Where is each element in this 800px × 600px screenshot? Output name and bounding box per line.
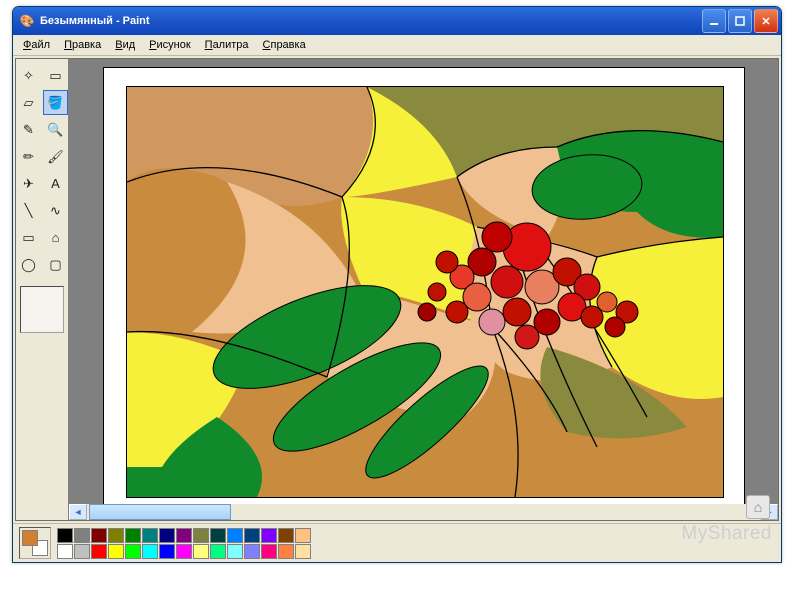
- menu-bar: ФайлПравкаВидРисунокПалитраСправка: [13, 35, 781, 56]
- color-swatch[interactable]: [193, 544, 209, 559]
- color-swatch[interactable]: [125, 528, 141, 543]
- color-swatch[interactable]: [244, 528, 260, 543]
- color-swatch[interactable]: [227, 528, 243, 543]
- artwork: [126, 86, 724, 498]
- color-swatch[interactable]: [57, 528, 73, 543]
- color-swatch[interactable]: [91, 528, 107, 543]
- color-swatch[interactable]: [295, 544, 311, 559]
- canvas-area: ◄ ►: [69, 59, 778, 520]
- menu-item-1[interactable]: Правка: [57, 37, 108, 53]
- tool-curve[interactable]: ∿: [43, 198, 68, 223]
- tool-polygon[interactable]: ⌂: [43, 225, 68, 250]
- color-swatch[interactable]: [108, 544, 124, 559]
- color-swatch[interactable]: [227, 544, 243, 559]
- color-swatch[interactable]: [295, 528, 311, 543]
- close-button[interactable]: ✕: [754, 9, 778, 33]
- color-swatch[interactable]: [142, 544, 158, 559]
- color-swatch[interactable]: [278, 528, 294, 543]
- color-swatch[interactable]: [91, 544, 107, 559]
- horizontal-scrollbar[interactable]: ◄ ►: [69, 504, 778, 520]
- tool-pencil[interactable]: ✏: [16, 144, 41, 169]
- maximize-button[interactable]: [728, 9, 752, 33]
- app-icon: 🎨: [19, 13, 35, 29]
- color-swatch[interactable]: [176, 528, 192, 543]
- color-swatch[interactable]: [159, 528, 175, 543]
- scroll-thumb[interactable]: [89, 504, 231, 520]
- tool-fill[interactable]: 🪣: [43, 90, 68, 115]
- tool-brush[interactable]: 🖌: [43, 144, 68, 169]
- color-swatch[interactable]: [210, 544, 226, 559]
- menu-item-2[interactable]: Вид: [108, 37, 142, 53]
- tool-roundrect[interactable]: ▢: [43, 252, 68, 277]
- color-swatch[interactable]: [108, 528, 124, 543]
- tool-magnifier[interactable]: 🔍: [43, 117, 68, 142]
- tool-text[interactable]: A: [43, 171, 68, 196]
- tool-rect-select[interactable]: ▭: [43, 63, 68, 88]
- canvas[interactable]: [103, 67, 745, 517]
- menu-item-3[interactable]: Рисунок: [142, 37, 198, 53]
- window-title: Безымянный - Paint: [40, 15, 150, 27]
- title-bar: 🎨 Безымянный - Paint ✕: [13, 7, 781, 35]
- color-swatch[interactable]: [278, 544, 294, 559]
- color-swatch[interactable]: [142, 528, 158, 543]
- watermark: MyShared: [681, 523, 772, 545]
- scroll-left-button[interactable]: ◄: [69, 504, 87, 520]
- color-swatch[interactable]: [261, 544, 277, 559]
- tool-picker[interactable]: ✎: [16, 117, 41, 142]
- menu-item-0[interactable]: Файл: [16, 37, 57, 53]
- minimize-button[interactable]: [702, 9, 726, 33]
- tool-freeform-select[interactable]: ✧: [16, 63, 41, 88]
- color-swatch[interactable]: [159, 544, 175, 559]
- color-swatch[interactable]: [74, 528, 90, 543]
- menu-item-4[interactable]: Палитра: [198, 37, 256, 53]
- tool-eraser[interactable]: ▱: [16, 90, 41, 115]
- toolbox: ✧▭▱🪣✎🔍✏🖌✈A╲∿▭⌂◯▢: [16, 59, 69, 520]
- color-palette: [13, 523, 781, 562]
- palette-row-1: [57, 528, 311, 543]
- tool-ellipse[interactable]: ◯: [16, 252, 41, 277]
- tool-line[interactable]: ╲: [16, 198, 41, 223]
- color-swatch[interactable]: [244, 544, 260, 559]
- palette-row-2: [57, 544, 311, 559]
- tool-rectangle[interactable]: ▭: [16, 225, 41, 250]
- color-swatch[interactable]: [74, 544, 90, 559]
- tool-airbrush[interactable]: ✈: [16, 171, 41, 196]
- current-colors[interactable]: [19, 527, 51, 559]
- color-swatch[interactable]: [57, 544, 73, 559]
- color-swatch[interactable]: [125, 544, 141, 559]
- menu-item-5[interactable]: Справка: [256, 37, 313, 53]
- color-swatch[interactable]: [193, 528, 209, 543]
- home-icon[interactable]: ⌂: [746, 495, 770, 519]
- color-swatch[interactable]: [261, 528, 277, 543]
- tool-options[interactable]: [20, 286, 64, 333]
- color-swatch[interactable]: [176, 544, 192, 559]
- color-swatch[interactable]: [210, 528, 226, 543]
- foreground-color-swatch[interactable]: [22, 530, 38, 546]
